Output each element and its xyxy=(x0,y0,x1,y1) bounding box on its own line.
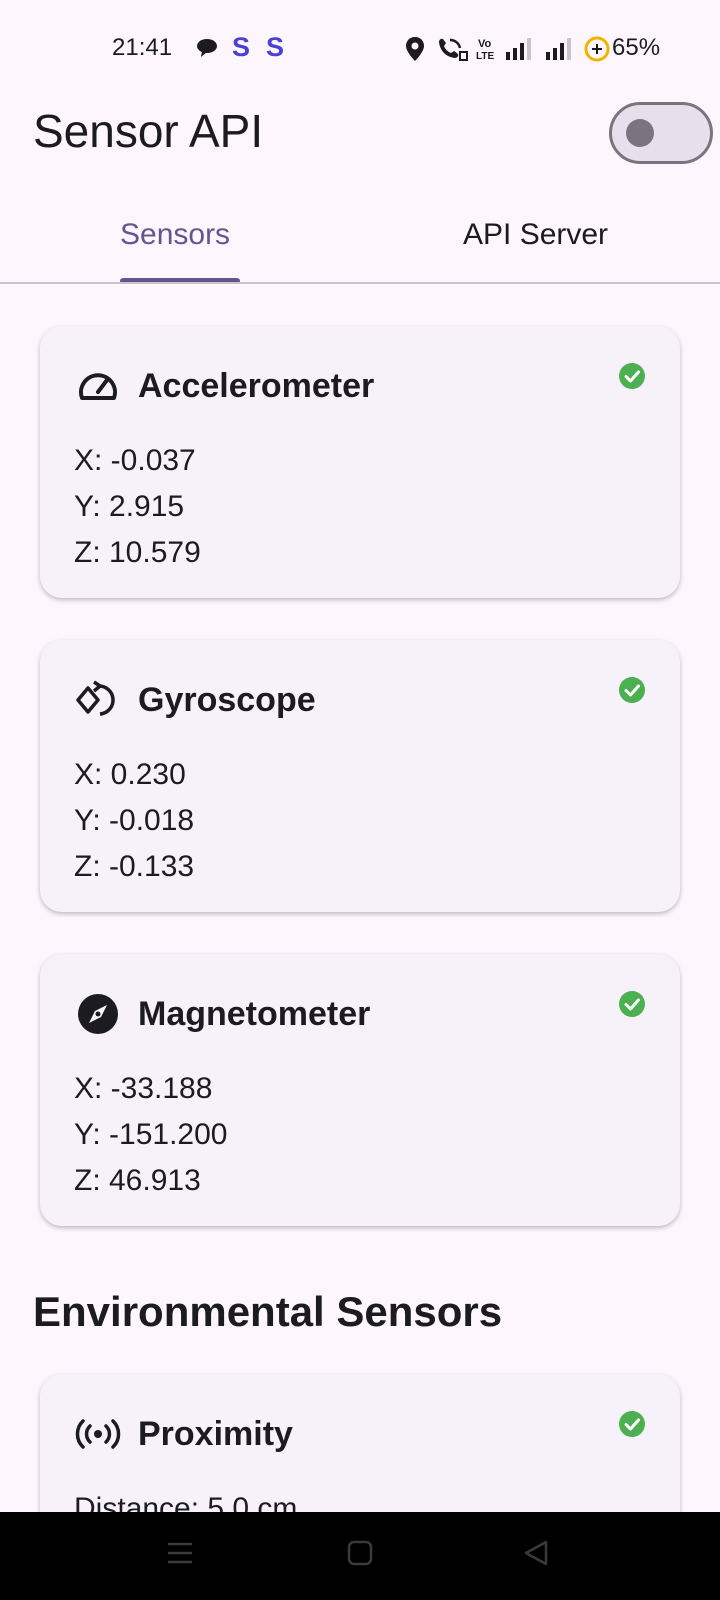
tab-api-server[interactable]: API Server xyxy=(463,218,608,252)
rotate-icon xyxy=(74,676,122,724)
tab-bar: Sensors API Server xyxy=(0,196,720,284)
reading-x: X: -33.188 xyxy=(74,1072,213,1105)
sensor-title: Accelerometer xyxy=(138,366,375,405)
reading-z: Z: 10.579 xyxy=(74,536,201,569)
menu-icon[interactable] xyxy=(166,1538,194,1568)
reading-z: Z: 46.913 xyxy=(74,1164,201,1197)
sensor-card-magnetometer: Magnetometer X: -33.188 Y: -151.200 Z: 4… xyxy=(40,954,680,1226)
app-title: Sensor API xyxy=(33,105,264,157)
status-time: 21:41 xyxy=(112,34,173,61)
reading-y: Y: -151.200 xyxy=(74,1118,228,1151)
s-app-icon: S xyxy=(232,32,251,62)
sensor-list[interactable]: Accelerometer X: -0.037 Y: 2.915 Z: 10.5… xyxy=(0,284,720,1512)
wifi-call-icon xyxy=(439,38,468,61)
compass-icon xyxy=(74,990,122,1038)
check-circle-icon xyxy=(619,677,645,703)
server-toggle[interactable] xyxy=(609,102,713,164)
signal-icon xyxy=(506,38,531,60)
speedometer-icon xyxy=(74,362,122,410)
battery-saver-icon xyxy=(584,36,610,62)
status-bar: 21:41 S S Vo LTE 65% xyxy=(0,0,720,96)
toggle-knob xyxy=(626,119,654,147)
sensor-title: Proximity xyxy=(138,1414,293,1453)
reading-x: X: -0.037 xyxy=(74,444,196,477)
reading-y: Y: 2.915 xyxy=(74,490,185,523)
sensor-title: Magnetometer xyxy=(138,994,371,1033)
tab-sensors[interactable]: Sensors xyxy=(120,218,230,252)
s-app-icon: S xyxy=(266,32,285,62)
proximity-icon xyxy=(74,1410,122,1458)
sensor-card-gyroscope: Gyroscope X: 0.230 Y: -0.018 Z: -0.133 xyxy=(40,640,680,912)
chat-bubble-icon xyxy=(197,39,217,57)
check-circle-icon xyxy=(619,991,645,1017)
signal-icon xyxy=(546,38,571,60)
check-circle-icon xyxy=(619,363,645,389)
home-icon[interactable] xyxy=(346,1538,374,1568)
reading-z: Z: -0.133 xyxy=(74,850,195,883)
section-title-environmental: Environmental Sensors xyxy=(33,1288,503,1335)
svg-text:LTE: LTE xyxy=(476,51,494,62)
check-circle-icon xyxy=(619,1411,645,1437)
sensor-card-proximity: Proximity Distance: 5.0 cm xyxy=(40,1374,680,1512)
system-nav-bar xyxy=(0,1512,720,1600)
location-icon xyxy=(406,37,424,61)
sensor-card-accelerometer: Accelerometer X: -0.037 Y: 2.915 Z: 10.5… xyxy=(40,326,680,598)
reading-y: Y: -0.018 xyxy=(74,804,195,837)
volte-icon: Vo LTE xyxy=(476,38,494,62)
reading-distance: Distance: 5.0 cm xyxy=(74,1492,298,1512)
svg-text:Vo: Vo xyxy=(478,38,492,50)
back-icon[interactable] xyxy=(522,1538,550,1568)
battery-percent: 65% xyxy=(612,34,661,61)
sensor-title: Gyroscope xyxy=(138,680,316,719)
reading-x: X: 0.230 xyxy=(74,758,186,791)
